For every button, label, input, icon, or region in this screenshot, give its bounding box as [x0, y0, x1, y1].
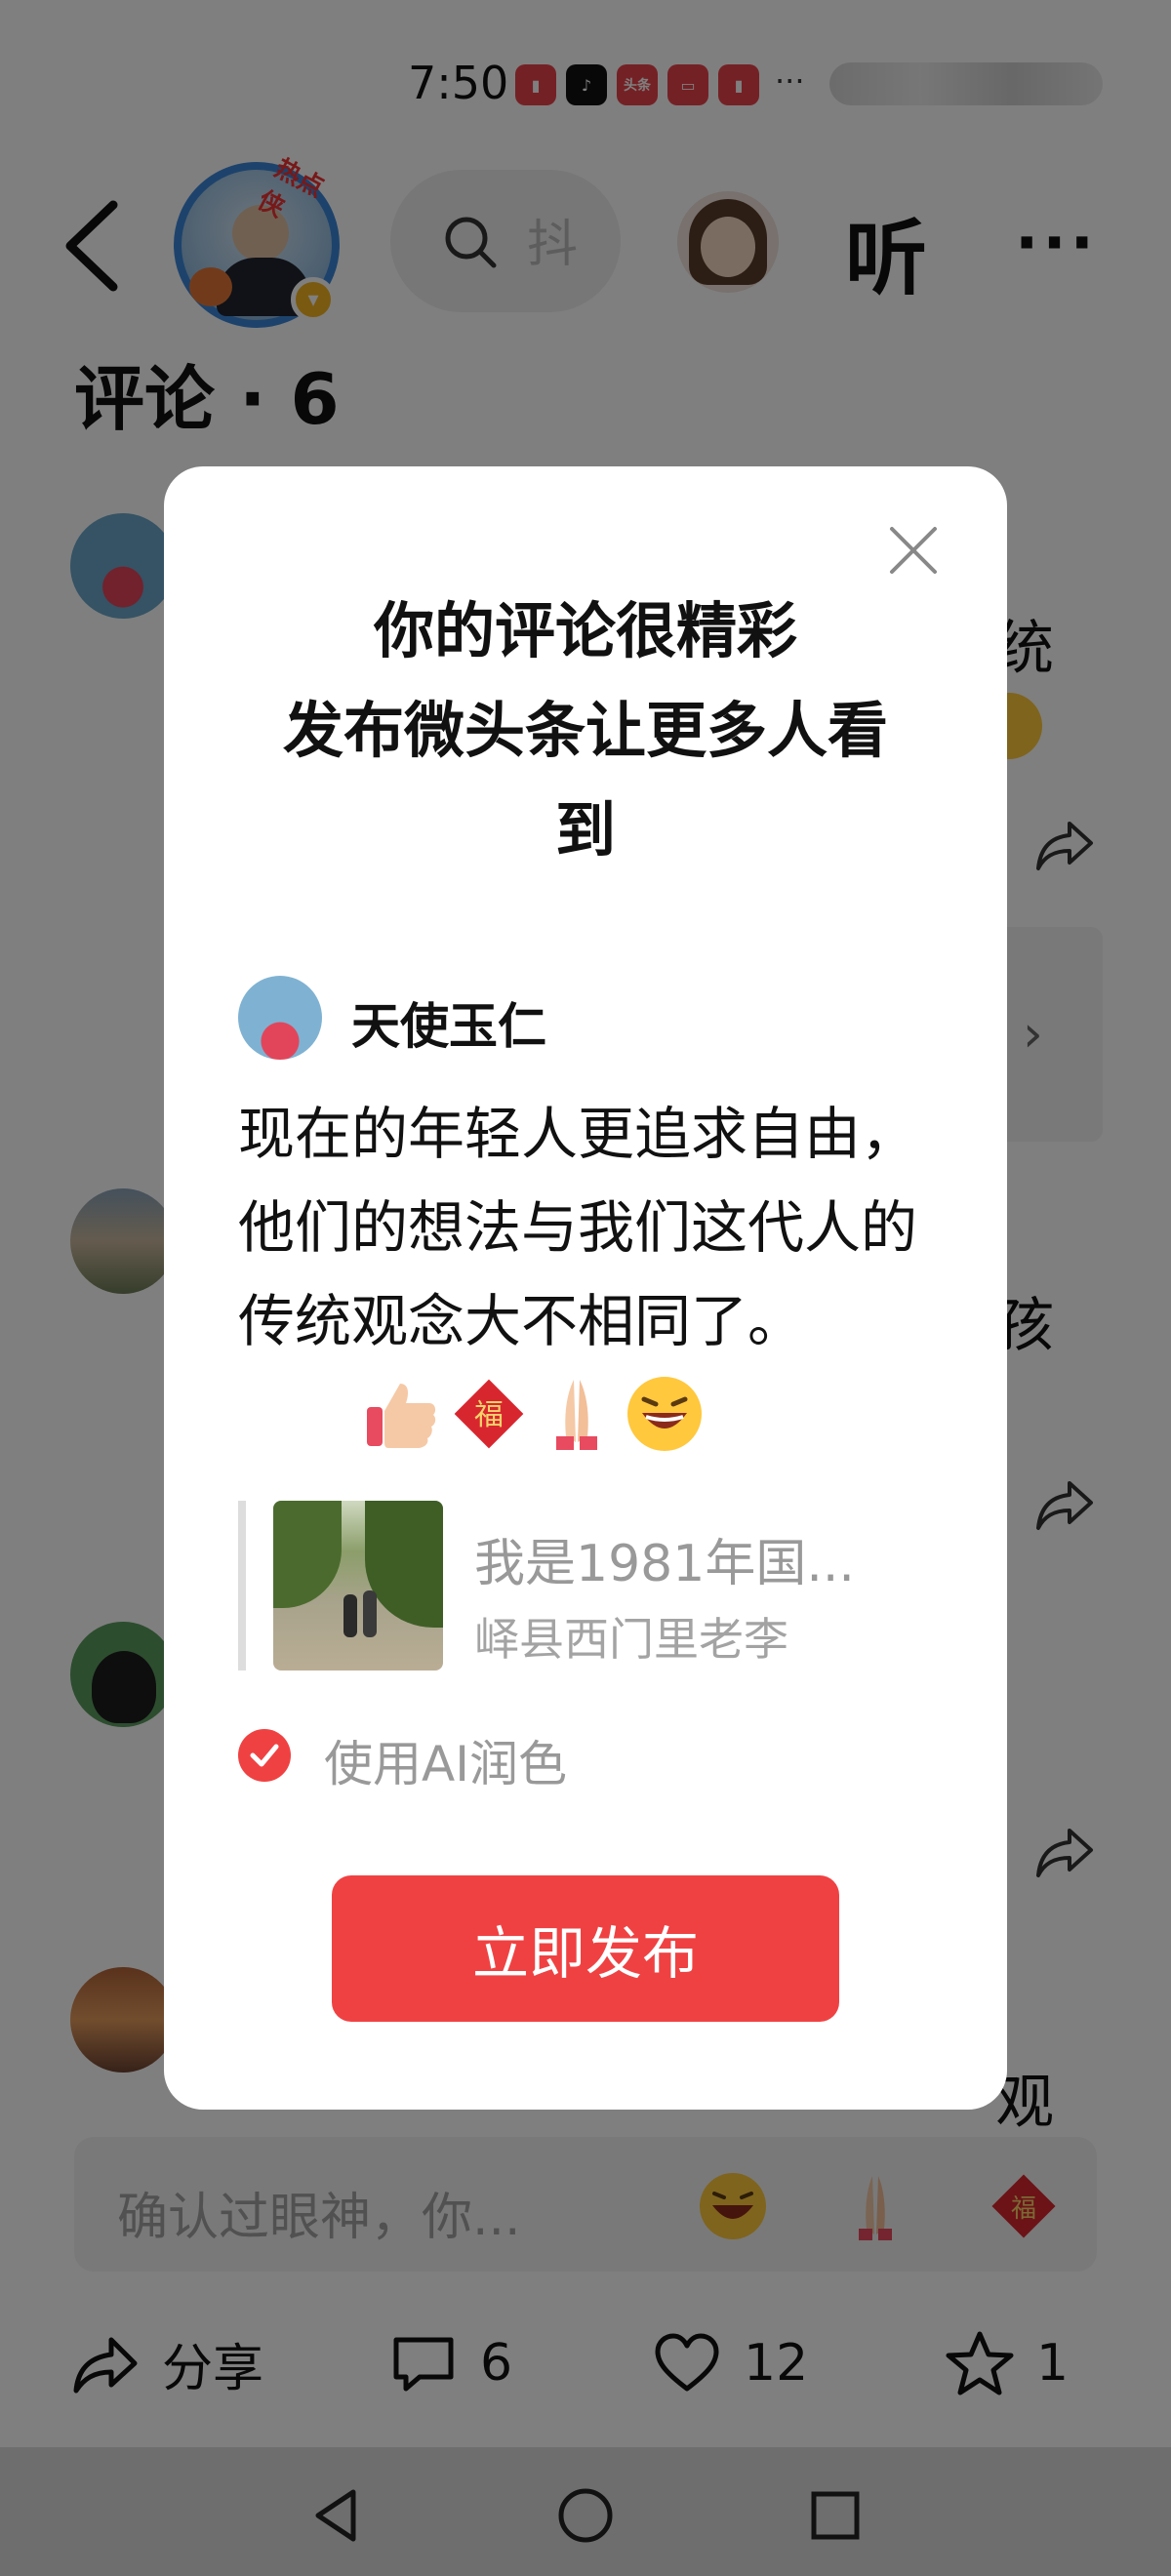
dialog-title: 你的评论很精彩 发布微头条让更多人看 到 — [222, 582, 949, 880]
ai-polish-checkbox[interactable] — [238, 1729, 291, 1782]
thumbnail-tree — [365, 1501, 443, 1628]
pray-emoji-icon — [556, 1380, 597, 1450]
publish-now-button[interactable]: 立即发布 — [332, 1875, 839, 2022]
quote-divider — [238, 1501, 246, 1670]
dialog-title-line: 到 — [554, 794, 616, 865]
thumbnail-person — [343, 1594, 357, 1637]
thumbnail-person — [363, 1590, 377, 1637]
close-icon[interactable] — [886, 523, 941, 578]
ai-polish-label[interactable]: 使用AI润色 — [324, 1725, 567, 1795]
svg-text:福: 福 — [474, 1398, 504, 1432]
thumbnail-tree — [273, 1501, 342, 1608]
quoted-article-source: 峄县西门里老李 — [474, 1613, 788, 1666]
draft-emoji-row: 福 — [359, 1372, 707, 1456]
fu-emoji-icon: 福 — [454, 1379, 524, 1449]
laugh-emoji-icon — [627, 1377, 702, 1451]
thumbs-up-emoji-icon — [367, 1384, 436, 1448]
quoted-article-title: 我是1981年国... — [474, 1535, 855, 1593]
draft-comment-text: 现在的年轻人更追求自由，他们的想法与我们这代人的传统观念大不相同了。 — [238, 1101, 918, 1354]
dialog-title-line: 发布微头条让更多人看 — [282, 695, 888, 766]
draft-author-name: 天使玉仁 — [351, 998, 546, 1055]
quoted-article-thumbnail — [273, 1501, 443, 1670]
publish-post-dialog: 你的评论很精彩 发布微头条让更多人看 到 天使玉仁 现在的年轻人更追求自由，他们… — [164, 466, 1007, 2110]
dialog-title-line: 你的评论很精彩 — [373, 595, 797, 666]
checkmark-icon — [250, 1744, 279, 1767]
draft-author-avatar — [238, 976, 322, 1060]
